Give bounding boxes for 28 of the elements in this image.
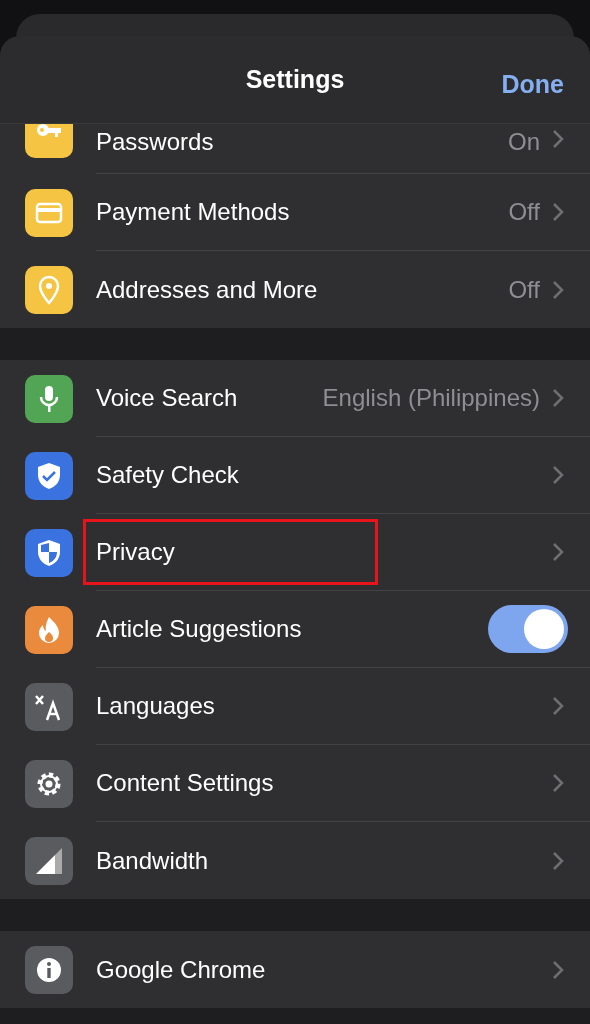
setting-label[interactable]: Safety Check: [96, 457, 239, 493]
setting-label[interactable]: Bandwidth: [96, 842, 209, 879]
setting-label[interactable]: Google Chrome: [96, 951, 266, 988]
chevron-icon: [552, 696, 564, 716]
setting-value: On: [508, 127, 540, 157]
setting-value: English (Philippines): [322, 383, 540, 413]
setting-value: Off: [508, 274, 540, 305]
setting-label[interactable]: Payment Methods: [96, 194, 290, 230]
chevron-icon: [552, 129, 564, 149]
chevron-icon: [552, 465, 564, 485]
setting-label[interactable]: Passwords: [96, 124, 214, 160]
toggle-switch[interactable]: [488, 605, 568, 653]
setting-value: Off: [508, 197, 540, 227]
setting-label[interactable]: Addresses and More: [96, 271, 318, 308]
chevron-icon: [552, 850, 564, 871]
chevron-icon: [552, 959, 564, 980]
screen-title: Settings: [245, 63, 345, 95]
chevron-icon: [552, 542, 564, 562]
setting-label[interactable]: Voice Search: [96, 380, 238, 416]
setting-label[interactable]: Languages: [96, 688, 215, 724]
done-button[interactable]: Done: [501, 66, 564, 104]
highlighted-setting-label[interactable]: Privacy: [83, 519, 378, 585]
chevron-icon: [552, 279, 564, 300]
setting-label[interactable]: Content Settings: [96, 765, 274, 801]
chevron-icon: [552, 388, 564, 408]
chevron-icon: [552, 773, 564, 793]
setting-label[interactable]: Article Suggestions: [96, 611, 302, 647]
chevron-icon: [552, 202, 564, 222]
